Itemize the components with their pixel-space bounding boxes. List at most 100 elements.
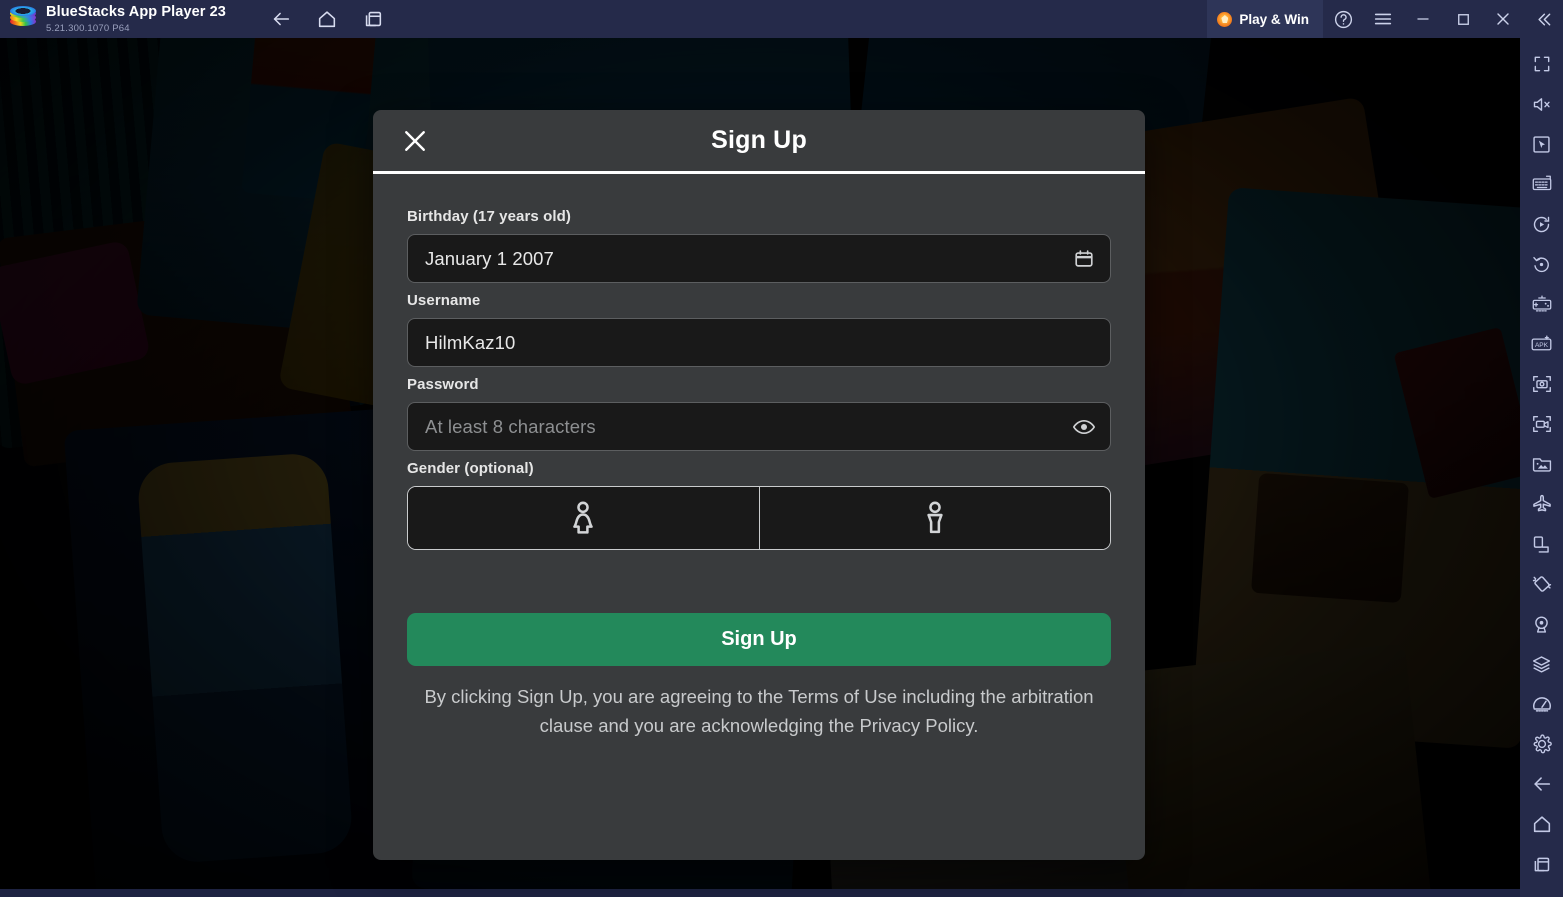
birthday-value: January 1 2007 [425,247,554,269]
play-and-win-button[interactable]: Play & Win [1207,0,1323,38]
password-field: Password At least 8 characters [407,376,1111,451]
birthday-field: Birthday (17 years old) January 1 2007 [407,208,1111,283]
gender-options [407,486,1111,550]
sidebar-item-game-controls[interactable] [1520,164,1563,204]
dialog-title: Sign Up [711,126,807,154]
maximize-icon [1457,13,1469,25]
maximize-button[interactable] [1443,0,1483,38]
username-value: HilmKaz10 [425,331,516,353]
sidebar-item-mute[interactable] [1520,84,1563,124]
back-button[interactable] [266,4,296,34]
rotate-icon [1533,256,1549,272]
right-toolbar: APK [1520,38,1563,897]
layers-icon [1532,655,1551,673]
sidebar-item-performance[interactable] [1520,684,1563,724]
sidebar-item-controls-editor[interactable] [1520,284,1563,324]
male-figure-icon [927,501,943,534]
home-button[interactable] [312,4,342,34]
keyboard-controls-icon [1532,175,1551,191]
sidebar-item-android-back[interactable] [1520,764,1563,804]
multi-instance-icon [365,11,382,27]
titlebar-nav [266,4,388,34]
sidebar-item-location[interactable] [1520,604,1563,644]
sign-up-submit-button[interactable]: Sign Up [407,613,1111,666]
back-arrow-icon [1533,777,1550,791]
collapse-sidebar-icon [1537,13,1550,25]
close-icon [405,130,425,151]
gender-option-male[interactable] [759,487,1110,549]
sidebar-item-shake[interactable] [1520,564,1563,604]
media-manager-icon [1532,458,1551,472]
sign-up-submit-label: Sign Up [721,628,797,650]
username-field: Username HilmKaz10 [407,292,1111,367]
cursor-pointer-icon [1533,135,1550,153]
instance-manager-button[interactable] [358,4,388,34]
mute-icon [1533,97,1550,111]
sign-up-dialog: Sign Up Birthday (17 years old) January … [373,110,1145,860]
sidebar-item-android-home[interactable] [1520,804,1563,844]
female-figure-icon [573,501,594,534]
macro-play-icon [1533,216,1550,232]
collapse-sidebar-button[interactable] [1523,0,1563,38]
sidebar-item-install-apk[interactable]: APK [1520,324,1563,364]
screen-rotate-icon [1533,535,1549,553]
gender-option-female[interactable] [408,487,760,549]
screen-record-icon [1532,415,1551,433]
hamburger-menu-icon [1374,13,1392,25]
close-button[interactable] [1483,0,1523,38]
svg-text:APK: APK [1535,342,1549,349]
menu-button[interactable] [1363,0,1403,38]
fullscreen-icon [1534,56,1549,72]
bluestacks-logo [10,6,36,32]
title-bar: BlueStacks App Player 23 5.21.300.1070 P… [0,0,1563,38]
eye-icon[interactable] [1071,414,1097,440]
sidebar-item-android-recents[interactable] [1520,844,1563,884]
minimize-button[interactable] [1403,0,1443,38]
app-title-block: BlueStacks App Player 23 5.21.300.1070 P… [46,5,226,33]
titlebar-right: Play & Win [1207,0,1563,38]
performance-meter-icon [1532,697,1551,712]
password-input[interactable]: At least 8 characters [407,402,1111,451]
sidebar-item-settings[interactable] [1520,724,1563,764]
gender-label: Gender (optional) [407,460,534,477]
sidebar-item-multi-instance[interactable] [1520,644,1563,684]
username-input[interactable]: HilmKaz10 [407,318,1111,367]
sidebar-item-macro-recorder[interactable] [1520,204,1563,244]
sidebar-item-screen-rotate[interactable] [1520,524,1563,564]
birthday-input[interactable]: January 1 2007 [407,234,1111,283]
sidebar-item-eco-mode[interactable] [1520,484,1563,524]
apk-install-icon: APK [1531,335,1552,351]
username-label: Username [407,292,481,309]
sidebar-item-screenshot[interactable] [1520,364,1563,404]
recent-apps-icon [1534,857,1550,871]
screenshot-icon [1532,375,1551,393]
back-arrow-icon [273,12,290,26]
help-button[interactable] [1323,0,1363,38]
sidebar-item-media-manager[interactable] [1520,444,1563,484]
help-icon [1334,10,1352,28]
birthday-label: Birthday (17 years old) [407,208,572,225]
sidebar-item-fullscreen[interactable] [1520,44,1563,84]
password-label: Password [407,376,479,393]
dialog-header: Sign Up [373,110,1145,174]
gamepad-overlay-icon [1532,295,1551,312]
airplane-icon [1532,494,1551,512]
home-icon [1533,816,1550,833]
bluestacks-window: BlueStacks App Player 23 5.21.300.1070 P… [0,0,1563,897]
sidebar-item-cursor-mode[interactable] [1520,124,1563,164]
dialog-close-button[interactable] [397,123,433,159]
sidebar-item-rotate[interactable] [1520,244,1563,284]
calendar-icon[interactable] [1071,246,1097,272]
gear-icon [1533,734,1552,754]
home-icon [318,11,336,28]
close-icon [1497,13,1509,25]
stage-bottom-bar [0,889,1520,897]
app-version: 5.21.300.1070 P64 [46,22,130,34]
dialog-body: Birthday (17 years old) January 1 2007 U… [373,174,1145,740]
password-placeholder: At least 8 characters [425,415,596,437]
minimize-icon [1417,18,1429,20]
legal-disclaimer: By clicking Sign Up, you are agreeing to… [424,686,1094,736]
sidebar-item-screen-record[interactable] [1520,404,1563,444]
app-title: BlueStacks App Player 23 [46,4,226,20]
gem-icon [1217,11,1233,27]
